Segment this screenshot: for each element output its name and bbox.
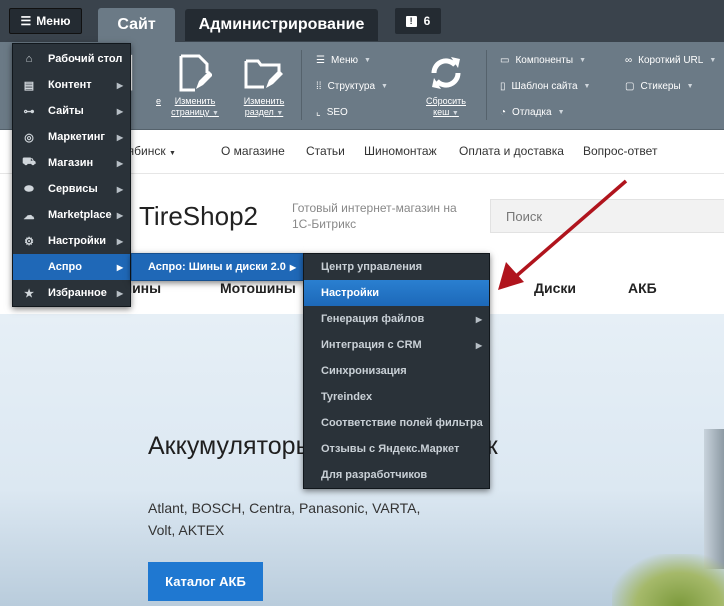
annotation-arrow	[498, 179, 628, 290]
